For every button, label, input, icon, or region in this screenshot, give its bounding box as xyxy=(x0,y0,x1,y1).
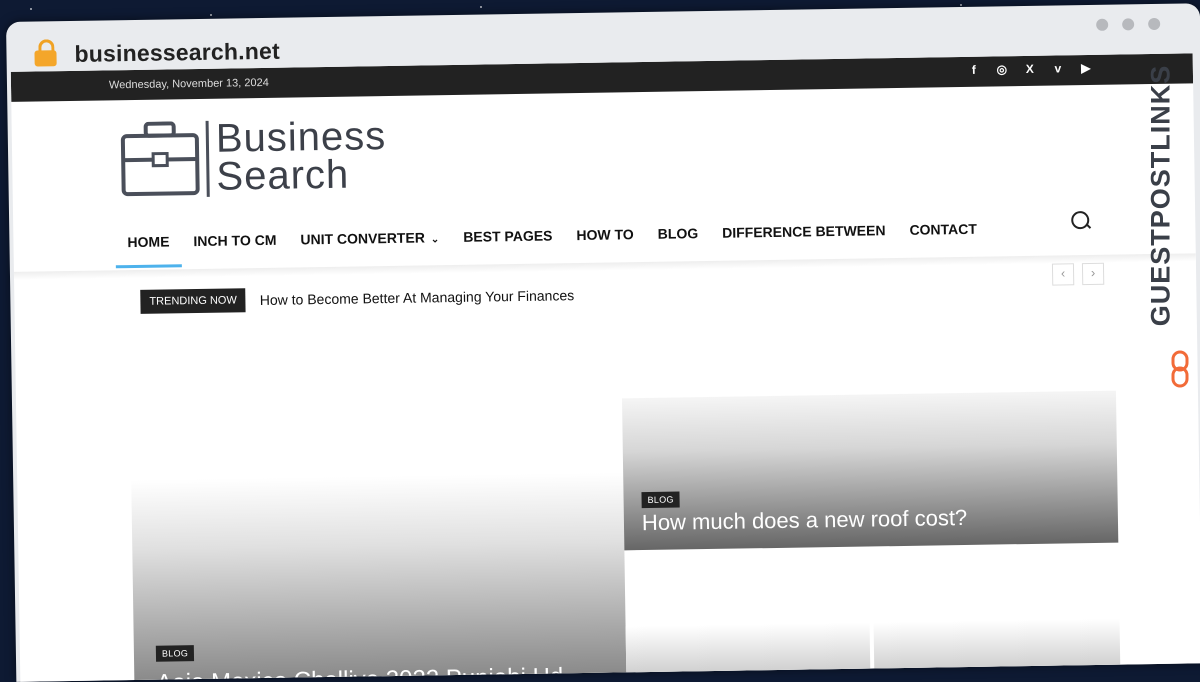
trending-badge: TRENDING NOW xyxy=(140,288,246,314)
nav-item-inch-to-cm[interactable]: INCH TO CM xyxy=(181,222,289,260)
featured-post-large[interactable]: BLOG Aaja Mexico Challiye 2022 Punjabi H… xyxy=(131,472,627,682)
window-controls xyxy=(1096,17,1161,31)
nav-item-contact[interactable]: CONTACT xyxy=(897,211,989,248)
watermark: GUESTPOSTLINKS xyxy=(1146,50,1200,388)
trending-bar: TRENDING NOW How to Become Better At Man… xyxy=(140,283,574,314)
post-title[interactable]: How much does a new roof cost? xyxy=(642,505,968,536)
category-badge[interactable]: BLOG xyxy=(641,491,680,509)
date-text: Wednesday, November 13, 2024 xyxy=(108,76,269,92)
search-icon[interactable] xyxy=(1071,211,1090,230)
next-arrow-icon[interactable]: › xyxy=(1081,262,1105,286)
site-logo[interactable]: Business Search xyxy=(120,114,411,201)
browser-window: businessearch.net Wednesday, November 13… xyxy=(6,3,1200,682)
briefcase-icon xyxy=(120,121,200,197)
trending-arrows: ‹ › xyxy=(1051,262,1105,286)
window-dot-icon[interactable] xyxy=(1122,18,1135,31)
post-title[interactable]: Aaja Mexico Challiye 2022 Punjabi Hd xyxy=(156,663,563,682)
nav-item-blog[interactable]: BLOG xyxy=(645,215,710,252)
lock-icon xyxy=(34,39,57,67)
prev-arrow-icon[interactable]: ‹ xyxy=(1051,263,1075,286)
web-page: Wednesday, November 13, 2024 f ◎ X v ▶ B… xyxy=(10,53,1200,682)
watermark-text: GUESTPOSTLINKS xyxy=(1145,64,1176,327)
x-icon[interactable]: X xyxy=(1023,62,1037,76)
trending-headline[interactable]: How to Become Better At Managing Your Fi… xyxy=(260,287,575,308)
facebook-icon[interactable]: f xyxy=(967,63,981,77)
window-dot-icon[interactable] xyxy=(1148,17,1161,31)
featured-post-small[interactable] xyxy=(625,622,871,682)
nav-item-home[interactable]: HOME xyxy=(115,223,182,260)
main-nav: HOME INCH TO CM UNIT CONVERTER ⌄ BEST PAG… xyxy=(115,207,989,261)
url-text[interactable]: businessearch.net xyxy=(74,38,280,68)
window-dot-icon[interactable] xyxy=(1096,18,1109,31)
chain-link-icon xyxy=(1171,350,1189,388)
nav-item-unit-converter[interactable]: UNIT CONVERTER ⌄ xyxy=(288,219,451,258)
chevron-down-icon: ⌄ xyxy=(430,234,440,246)
vimeo-icon[interactable]: v xyxy=(1051,61,1065,75)
featured-post-medium[interactable]: BLOG How much does a new roof cost? xyxy=(621,390,1119,551)
nav-item-difference-between[interactable]: DIFFERENCE BETWEEN xyxy=(710,212,898,251)
logo-text-search: Search xyxy=(216,152,350,199)
youtube-icon[interactable]: ▶ xyxy=(1079,61,1093,75)
instagram-icon[interactable]: ◎ xyxy=(995,62,1009,76)
category-badge[interactable]: BLOG xyxy=(155,645,195,662)
featured-post-small[interactable] xyxy=(873,618,1121,682)
social-links: f ◎ X v ▶ xyxy=(967,61,1093,77)
nav-item-how-to[interactable]: HOW TO xyxy=(564,216,646,253)
nav-item-best-pages[interactable]: BEST PAGES xyxy=(451,217,565,255)
